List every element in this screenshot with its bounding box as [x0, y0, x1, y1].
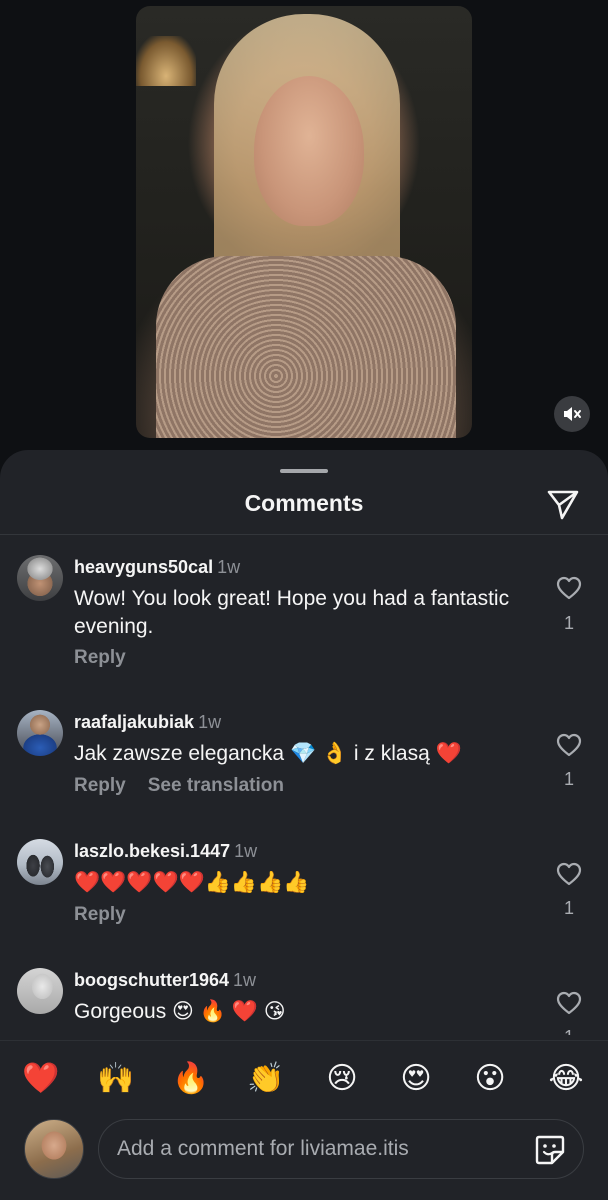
quick-reactions: ❤️ 🙌 🔥 👏 😢 😍 😮 😂 — [0, 1059, 608, 1099]
comment-timestamp: 1w — [198, 712, 222, 732]
comment-item: laszlo.bekesi.1447 1w ❤️❤️❤️❤️❤️👍👍👍👍 Repl… — [0, 819, 608, 939]
share-button[interactable] — [545, 486, 581, 522]
subject-face — [254, 76, 364, 226]
reaction-heart-eyes[interactable]: 😍 — [396, 1059, 436, 1099]
avatar[interactable] — [17, 839, 63, 885]
reply-button[interactable]: Reply — [74, 904, 126, 925]
reply-button[interactable]: Reply — [74, 775, 126, 796]
comment-header: laszlo.bekesi.1447 1w — [74, 841, 257, 862]
avatar[interactable] — [17, 710, 63, 756]
sheet-grabber[interactable] — [280, 469, 328, 473]
subject-sequin-dress — [156, 256, 456, 438]
reply-button[interactable]: Reply — [74, 647, 126, 668]
like-count: 1 — [563, 769, 574, 789]
comment-item: boogschutter19641w Gorgeous 😍 🔥 ❤️ 😘 1 — [0, 948, 608, 1035]
background-lamp — [136, 36, 196, 86]
paper-plane-icon — [547, 490, 579, 520]
comment-username[interactable]: heavyguns50cal — [74, 557, 213, 577]
comment-input[interactable] — [117, 1120, 517, 1178]
comment-header: boogschutter1964 1w — [74, 970, 256, 991]
comment-item: heavyguns50cal 1w Wow! You look great! Ho… — [0, 535, 608, 668]
comment-actions: Reply — [74, 647, 126, 669]
comment-header: heavyguns50cal 1w — [74, 557, 240, 578]
speaker-muted-icon — [564, 407, 581, 421]
comment-text: Gorgeous 😍 🔥 ❤️ 😘 — [74, 1000, 286, 1023]
reaction-red-heart[interactable]: ❤️ — [21, 1059, 61, 1099]
sticker-icon[interactable] — [533, 1133, 567, 1167]
comment-item: raafaljakubiak 1w Jak zawsze elegancka 💎 … — [0, 690, 608, 810]
like-count: 1 — [554, 1027, 584, 1035]
screen: Comments heavyguns50cal 1w Wow! You look … — [0, 0, 608, 1200]
reaction-fire[interactable]: 🔥 — [171, 1059, 211, 1099]
see-translation-button[interactable]: See translation — [148, 775, 284, 796]
reaction-raising-hands[interactable]: 🙌 — [96, 1059, 136, 1099]
comment-header: raafaljakubiak 1w — [74, 712, 221, 733]
heart-outline-icon[interactable] — [554, 730, 584, 760]
comment-timestamp: 1w — [217, 557, 241, 577]
comment-username[interactable]: laszlo.bekesi.1447 — [74, 841, 230, 861]
avatar[interactable] — [17, 968, 63, 1014]
comment-text: Wow! You look great! Hope you had a fant… — [74, 587, 510, 638]
comment-actions: Reply See translation — [74, 775, 284, 797]
comment-composer-bar: ❤️ 🙌 🔥 👏 😢 😍 😮 😂 — [0, 1040, 608, 1200]
comment-actions: Reply — [74, 904, 126, 926]
reaction-crying-face[interactable]: 😢 — [322, 1059, 362, 1099]
comment-timestamp: 1w — [233, 970, 257, 990]
reaction-laughing-face[interactable]: 😂 — [546, 1059, 586, 1099]
comment-username[interactable]: boogschutter1964 — [74, 970, 229, 990]
comment-username[interactable]: raafaljakubiak — [74, 712, 194, 732]
avatar[interactable] — [17, 555, 63, 601]
comment-text: ❤️❤️❤️❤️❤️👍👍👍👍 — [74, 871, 310, 894]
reaction-surprised-face[interactable]: 😮 — [470, 1059, 510, 1099]
heart-outline-icon[interactable] — [554, 859, 584, 889]
comment-timestamp: 1w — [234, 841, 258, 861]
like-count: 1 — [563, 613, 574, 633]
heart-outline-icon[interactable] — [554, 573, 584, 603]
mute-button[interactable] — [554, 396, 590, 432]
comment-input-box[interactable] — [98, 1119, 584, 1179]
like-count: 1 — [563, 898, 574, 918]
reaction-clapping-hands[interactable]: 👏 — [246, 1059, 286, 1099]
post-media-image[interactable] — [136, 6, 472, 438]
heart-outline-icon[interactable] — [554, 988, 584, 1018]
current-user-avatar — [24, 1119, 84, 1179]
comment-text: Jak zawsze elegancka 💎 👌 i z klasą ❤️ — [74, 742, 462, 765]
comments-list: heavyguns50cal 1w Wow! You look great! Ho… — [0, 535, 608, 1035]
sheet-title: Comments — [244, 490, 364, 516]
